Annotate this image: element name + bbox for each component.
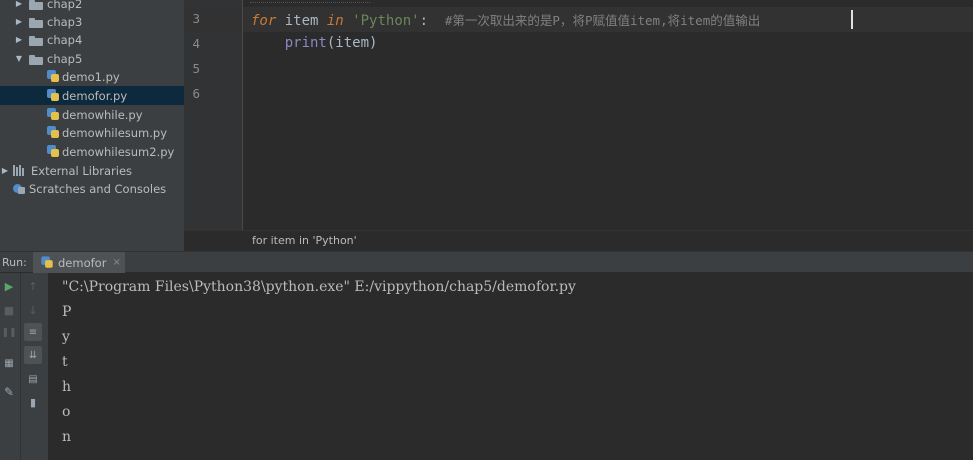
- breadcrumb[interactable]: for item in 'Python': [252, 234, 357, 247]
- run-tab-demofor[interactable]: demofor ×: [33, 252, 125, 273]
- up-arrow-icon[interactable]: ↑: [24, 277, 42, 295]
- console-line: n: [62, 429, 72, 445]
- breadcrumb-bar: for item in 'Python': [184, 230, 973, 251]
- code-line-3[interactable]: for item in 'Python': #第一次取出来的是P，将P赋值值it…: [251, 10, 760, 29]
- line-number: 4: [192, 36, 200, 51]
- line-number: 5: [192, 61, 200, 76]
- console-line: "C:\Program Files\Python38\python.exe" E…: [62, 279, 576, 295]
- tree-file-demowhilesum[interactable]: demowhilesum.py: [0, 123, 184, 142]
- run-tab-label: demofor: [58, 255, 107, 270]
- tree-item-label: chap3: [47, 14, 83, 29]
- keyword-for: for: [251, 13, 277, 29]
- soft-wrap-icon[interactable]: ≡: [24, 323, 42, 341]
- builtin-print: print: [284, 35, 327, 51]
- tree-item-label: demowhilesum2.py: [62, 144, 175, 159]
- console-line: o: [62, 404, 71, 420]
- folder-icon: [29, 35, 43, 46]
- print-icon[interactable]: ▤: [24, 370, 42, 388]
- close-icon[interactable]: ×: [112, 257, 120, 268]
- console-line: t: [62, 354, 68, 370]
- console-line: h: [62, 379, 72, 395]
- toolbar-divider: [20, 273, 21, 460]
- console-line: P: [62, 304, 72, 320]
- folder-icon: [29, 54, 43, 65]
- variable-item: item: [276, 13, 327, 29]
- chevron-down-icon[interactable]: ▼: [14, 54, 24, 63]
- tree-scratches[interactable]: Scratches and Consoles: [0, 179, 184, 198]
- python-file-icon: [47, 145, 59, 158]
- scratches-icon: [13, 182, 26, 195]
- chevron-right-icon[interactable]: ▶: [14, 0, 24, 8]
- folder-icon: [29, 0, 43, 10]
- colon: :: [419, 13, 429, 29]
- tree-file-demo1[interactable]: demo1.py: [0, 67, 184, 86]
- text-caret: [851, 10, 853, 29]
- tree-item-label: chap4: [47, 32, 83, 47]
- folder-icon: [29, 17, 43, 28]
- layout-icon[interactable]: ▦: [0, 354, 18, 372]
- stop-icon[interactable]: ■: [0, 301, 18, 319]
- gutter-divider: [242, 0, 243, 230]
- code-comment: #第一次取出来的是P，将P赋值值item,将item的值输出: [444, 13, 761, 28]
- trash-icon[interactable]: ▮: [24, 393, 42, 411]
- tree-item-label: chap2: [47, 0, 83, 11]
- string-literal: 'Python': [352, 13, 420, 29]
- tree-file-demowhile[interactable]: demowhile.py: [0, 105, 184, 124]
- tree-file-demofor[interactable]: demofor.py: [0, 86, 184, 105]
- python-file-icon: [41, 256, 53, 268]
- down-arrow-icon[interactable]: ↓: [24, 301, 42, 319]
- tree-item-label: demofor.py: [62, 88, 128, 103]
- run-icon[interactable]: ▶: [0, 277, 18, 295]
- chevron-right-icon[interactable]: ▶: [14, 35, 24, 44]
- run-tool-window-header: Run: demofor ×: [0, 251, 973, 273]
- python-file-icon: [47, 126, 59, 139]
- python-file-icon: [47, 89, 59, 102]
- libraries-icon: [13, 165, 27, 176]
- scroll-to-end-icon[interactable]: ⇊: [24, 346, 42, 364]
- tree-item-label: chap5: [47, 51, 83, 66]
- console-line: y: [62, 329, 70, 345]
- tree-item-label: demo1.py: [62, 69, 120, 84]
- pin-icon[interactable]: ✎: [0, 383, 18, 401]
- tree-item-label: External Libraries: [31, 163, 133, 178]
- run-label: Run:: [2, 256, 27, 269]
- tree-item-label: demowhile.py: [62, 107, 143, 122]
- run-console[interactable]: "C:\Program Files\Python38\python.exe" E…: [48, 273, 973, 460]
- pause-icon[interactable]: ❚❚: [0, 324, 18, 342]
- tree-folder-chap4[interactable]: ▶ chap4: [0, 30, 184, 49]
- python-file-icon: [47, 108, 59, 121]
- python-file-icon: [47, 70, 59, 83]
- code-editor[interactable]: 3 4 5 6 for item in 'Python': #第一次取出来的是P…: [184, 0, 973, 251]
- tree-item-label: demowhilesum.py: [62, 125, 168, 140]
- tree-external-libraries[interactable]: ▶ External Libraries: [0, 161, 184, 180]
- call-args: (item): [326, 35, 378, 51]
- tree-folder-chap5[interactable]: ▼ chap5: [0, 49, 184, 68]
- tree-folder-chap3[interactable]: ▶ chap3: [0, 12, 184, 31]
- tree-item-label: Scratches and Consoles: [29, 181, 167, 196]
- code-line-4[interactable]: print(item): [251, 35, 378, 51]
- line-number: 6: [192, 86, 200, 101]
- project-tree-panel: ▶ chap2 ▶ chap3 ▶ chap4 ▼ chap5 demo1.py…: [0, 0, 184, 251]
- chevron-right-icon[interactable]: ▶: [14, 17, 24, 26]
- folded-code-hint: [250, 0, 370, 3]
- line-number: 3: [192, 11, 200, 26]
- tree-file-demowhilesum2[interactable]: demowhilesum2.py: [0, 142, 184, 161]
- chevron-right-icon[interactable]: ▶: [0, 166, 10, 175]
- run-toolbar: ▶ ■ ❚❚ ▦ ✎ ↑ ↓ ≡ ⇊ ▤ ▮: [0, 273, 48, 460]
- keyword-in: in: [326, 13, 344, 29]
